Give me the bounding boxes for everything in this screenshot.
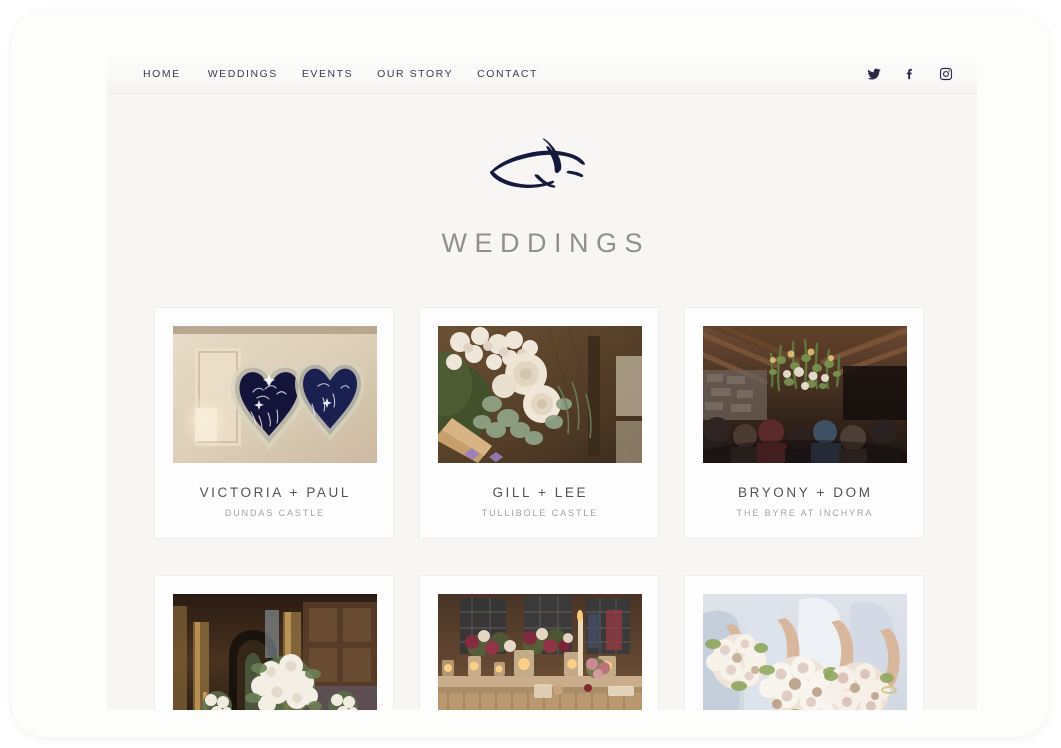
card-venue-name: THE BYRE AT INCHYRA xyxy=(736,508,874,518)
gallery-card[interactable]: GILL + LEE TULLIBOLE CASTLE xyxy=(419,307,659,539)
page-body: WEDDINGS VICTORIA + PAUL DUNDAS CASTLE G… xyxy=(107,94,977,710)
card-couple-name: BRYONY + DOM xyxy=(737,485,873,500)
nav-item-home[interactable]: HOME xyxy=(143,55,208,94)
nav-item-events[interactable]: EVENTS xyxy=(302,55,377,94)
social-links xyxy=(867,67,953,81)
website-screen: HOME WEDDINGS EVENTS OUR STORY CONTACT W… xyxy=(107,55,977,710)
main-navigation: HOME WEDDINGS EVENTS OUR STORY CONTACT xyxy=(143,55,562,94)
device-frame: HOME WEDDINGS EVENTS OUR STORY CONTACT W… xyxy=(12,10,1049,737)
gallery-card[interactable] xyxy=(154,575,394,710)
wedding-gallery-grid: VICTORIA + PAUL DUNDAS CASTLE GILL + LEE… xyxy=(154,307,930,710)
card-venue-name: TULLIBOLE CASTLE xyxy=(481,508,599,518)
nav-item-contact[interactable]: CONTACT xyxy=(477,55,562,94)
card-couple-name: GILL + LEE xyxy=(492,485,589,500)
card-venue-name: DUNDAS CASTLE xyxy=(224,508,326,518)
gallery-card[interactable]: BRYONY + DOM THE BYRE AT INCHYRA xyxy=(684,307,924,539)
card-thumbnail[interactable] xyxy=(438,326,642,463)
gallery-card[interactable] xyxy=(419,575,659,710)
twitter-icon[interactable] xyxy=(867,67,881,81)
swallow-bird-logo[interactable] xyxy=(487,132,597,194)
card-thumbnail[interactable] xyxy=(173,594,377,710)
site-header: HOME WEDDINGS EVENTS OUR STORY CONTACT xyxy=(107,55,977,94)
card-couple-name: VICTORIA + PAUL xyxy=(199,485,351,500)
card-thumbnail[interactable] xyxy=(703,594,907,710)
card-thumbnail[interactable] xyxy=(703,326,907,463)
nav-item-our-story[interactable]: OUR STORY xyxy=(377,55,477,94)
gallery-card[interactable] xyxy=(684,575,924,710)
card-thumbnail[interactable] xyxy=(173,326,377,463)
page-title: WEDDINGS xyxy=(441,228,650,258)
gallery-card[interactable]: VICTORIA + PAUL DUNDAS CASTLE xyxy=(154,307,394,539)
card-thumbnail[interactable] xyxy=(438,594,642,710)
instagram-icon[interactable] xyxy=(939,67,953,81)
facebook-icon[interactable] xyxy=(903,67,917,81)
nav-item-weddings[interactable]: WEDDINGS xyxy=(208,55,302,94)
